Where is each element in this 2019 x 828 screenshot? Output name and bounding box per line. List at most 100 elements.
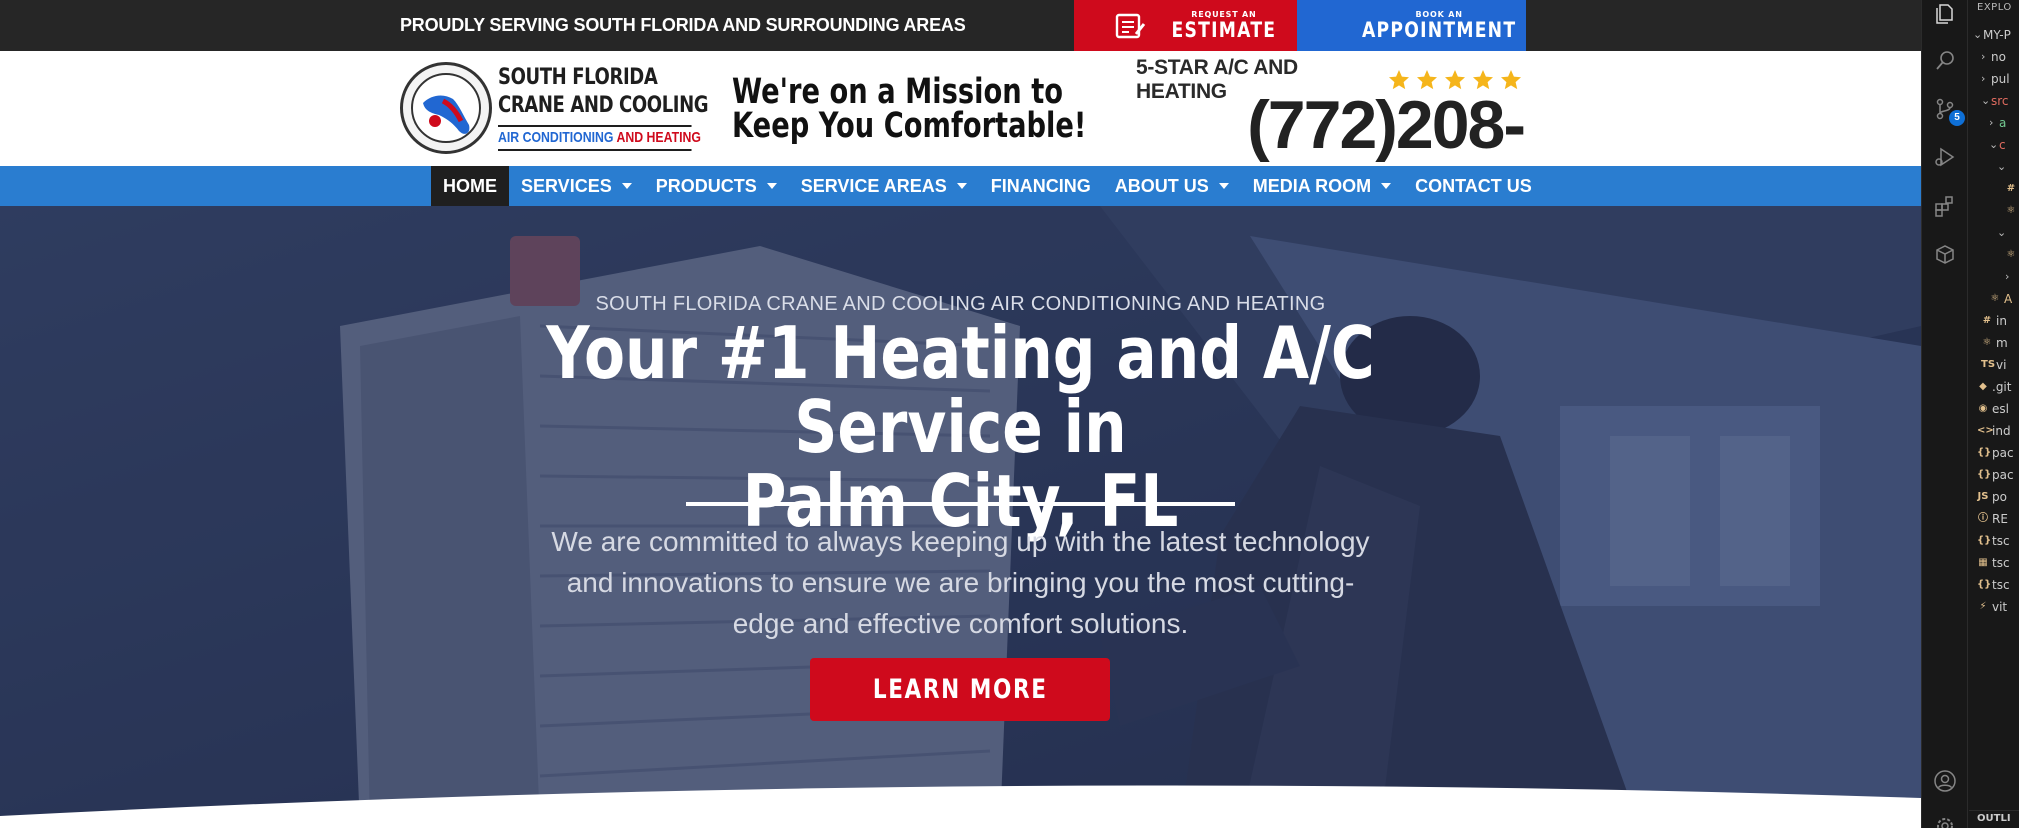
file-type-icon: ⚛	[2006, 205, 2016, 216]
explorer-tree-item[interactable]: ▦ tsc	[1977, 552, 2010, 574]
chevron-down-icon: ⌄	[1997, 226, 2007, 239]
hero-description-line-3: edge and effective comfort solutions.	[732, 608, 1189, 639]
company-logo-text[interactable]: SOUTH FLORIDA CRANE AND COOLING AIR COND…	[498, 64, 709, 151]
explorer-tree-label: RE	[1992, 512, 2008, 526]
explorer-tree-item[interactable]: ⌄ MY-P	[1973, 24, 2011, 46]
explorer-tree-item[interactable]: ⌄ src	[1981, 90, 2009, 112]
logo-subtitle-heating: AND HEATING	[616, 129, 701, 146]
outline-section[interactable]: OUTLI	[1969, 810, 2019, 828]
nav-item-service-areas[interactable]: SERVICE AREAS	[789, 166, 979, 206]
nav-item-label: ABOUT US	[1114, 176, 1209, 196]
explorer-tree-label: pac	[1992, 446, 2014, 460]
explorer-tree-item[interactable]: ⌄	[1997, 222, 2007, 244]
file-type-icon: ⚛	[1982, 337, 1992, 348]
explorer-tree-item[interactable]: ⌄ c	[1989, 134, 2006, 156]
caret-down-icon	[956, 183, 967, 189]
file-type-icon: ⚛	[2006, 249, 2016, 260]
explorer-tree-item[interactable]: › a	[1989, 112, 2006, 134]
caret-down-icon	[1381, 183, 1392, 189]
nav-item-home[interactable]: HOME	[431, 166, 509, 206]
hero-description-line-2: and innovations to ensure we are bringin…	[566, 567, 1355, 598]
explorer-tree-item[interactable]: {} tsc	[1977, 574, 2010, 596]
learn-more-button[interactable]: LEARN MORE	[810, 658, 1110, 721]
nav-item-services[interactable]: SERVICES	[509, 166, 644, 206]
hero-content: SOUTH FLORIDA CRANE AND COOLING AIR COND…	[0, 206, 1921, 828]
explorer-tree-item[interactable]: › pul	[1981, 68, 2010, 90]
explorer-tree-item[interactable]: ⚛	[2005, 244, 2019, 266]
hero-description-line-1: We are committed to always keeping up wi…	[551, 526, 1370, 557]
explorer-tree-label: vit	[1992, 600, 2008, 614]
explorer-tree-item[interactable]: ⚛	[2005, 200, 2019, 222]
explorer-tree-item[interactable]: ›	[2005, 266, 2015, 288]
activity-bar: 5	[1922, 0, 1968, 828]
explorer-tree-item[interactable]: {} pac	[1977, 442, 2014, 464]
explorer-tree-label: pul	[1991, 72, 2010, 86]
chevron-down-icon: ⌄	[1981, 94, 1991, 107]
nav-item-financing[interactable]: FINANCING	[979, 166, 1103, 206]
service-area-tagline: PROUDLY SERVING SOUTH FLORIDA AND SURROU…	[400, 15, 966, 35]
request-estimate-button[interactable]: REQUEST AN ESTIMATE	[1074, 0, 1297, 51]
nav-item-label: MEDIA ROOM	[1252, 176, 1372, 196]
nav-item-media-room[interactable]: MEDIA ROOM	[1241, 166, 1403, 206]
file-type-icon: JS	[1977, 491, 1989, 502]
explorer-tree-item[interactable]: #	[2005, 178, 2019, 200]
file-type-icon: ◉	[1978, 403, 1988, 414]
explorer-tree-item[interactable]: # in	[1981, 310, 2007, 332]
explorer-tree-item[interactable]: ◉ esl	[1977, 398, 2009, 420]
explorer-tree-label: A	[2004, 292, 2013, 306]
explorer-tree-item[interactable]: ⓘ RE	[1977, 508, 2008, 530]
files-icon[interactable]	[1933, 2, 1957, 26]
explorer-tree-label: tsc	[1992, 556, 2010, 570]
chevron-right-icon: ›	[1981, 50, 1986, 63]
nav-item-products[interactable]: PRODUCTS	[644, 166, 789, 206]
outline-label: OUTLI	[1977, 813, 2011, 824]
explorer-tree-label: c	[1999, 138, 2006, 152]
chevron-right-icon: ›	[1989, 116, 1994, 129]
hero-section: SOUTH FLORIDA CRANE AND COOLING AIR COND…	[0, 206, 1921, 828]
explorer-tree-label: src	[1991, 94, 2009, 108]
explorer-tree-item[interactable]: <> ind	[1977, 420, 2011, 442]
explorer-tree-label: a	[1999, 116, 2007, 130]
chevron-down-icon: ⌄	[1997, 160, 2007, 173]
website-viewport: PROUDLY SERVING SOUTH FLORIDA AND SURROU…	[0, 0, 1921, 828]
file-type-icon: {}	[1977, 447, 1992, 458]
explorer-tree-item[interactable]: › no	[1981, 46, 2006, 68]
logo-line-1: SOUTH FLORIDA	[498, 65, 658, 90]
explorer-tree-item[interactable]: ⚛ m	[1981, 332, 2008, 354]
form-icon	[1115, 13, 1146, 38]
site-header: SOUTH FLORIDA CRANE AND COOLING AIR COND…	[0, 51, 1921, 243]
explorer-tree-item[interactable]: {} pac	[1977, 464, 2014, 486]
explorer-tree-item[interactable]: ◆ .git	[1977, 376, 2011, 398]
extensions-icon[interactable]	[1933, 194, 1957, 218]
containers-icon[interactable]	[1933, 242, 1957, 266]
nav-item-label: FINANCING	[990, 176, 1091, 196]
learn-more-label: LEARN MORE	[872, 674, 1048, 705]
account-icon[interactable]	[1933, 769, 1957, 793]
explorer-panel: EXPLO ⌄ MY-P › no › pul ⌄ src › a ⌄ c ⌄ # ⚛ ⌄ ⚛ › ⚛ A # in ⚛ m T…	[1969, 0, 2019, 828]
nav-item-contact-us[interactable]: CONTACT US	[1403, 166, 1544, 206]
appointment-label: APPOINTMENT	[1361, 17, 1517, 42]
explorer-tree-item[interactable]: JS po	[1977, 486, 2007, 508]
search-icon[interactable]	[1933, 48, 1957, 72]
run-debug-icon[interactable]	[1933, 145, 1957, 169]
explorer-tree-item[interactable]: ⚛ A	[1989, 288, 2013, 310]
mission-line-2: Keep You Comfortable!	[732, 106, 1087, 146]
settings-gear-icon[interactable]	[1933, 814, 1957, 828]
logo-emblem[interactable]	[400, 62, 492, 154]
explorer-tree-label: pac	[1992, 468, 2014, 482]
explorer-tree-item[interactable]: TS vi	[1981, 354, 2006, 376]
nav-item-about-us[interactable]: ABOUT US	[1103, 166, 1241, 206]
explorer-tree-item[interactable]: {} tsc	[1977, 530, 2010, 552]
explorer-tree-item[interactable]: ⌄	[1997, 156, 2007, 178]
file-type-icon: ⓘ	[1978, 513, 1988, 524]
nav-item-label: CONTACT US	[1415, 176, 1532, 196]
file-type-icon: ◆	[1979, 381, 1987, 392]
caret-down-icon	[766, 183, 777, 189]
hero-divider	[686, 502, 1235, 506]
explorer-tree-label: vi	[1996, 358, 2007, 372]
file-type-icon: {}	[1977, 469, 1992, 480]
book-appointment-button[interactable]: BOOK AN APPOINTMENT	[1297, 0, 1526, 51]
explorer-tree-item[interactable]: ⚡ vit	[1977, 596, 2007, 618]
nav-item-label: HOME	[443, 176, 497, 196]
main-navigation: HOME SERVICES PRODUCTS SERVICE AREAS FINANCI…	[0, 166, 1921, 206]
